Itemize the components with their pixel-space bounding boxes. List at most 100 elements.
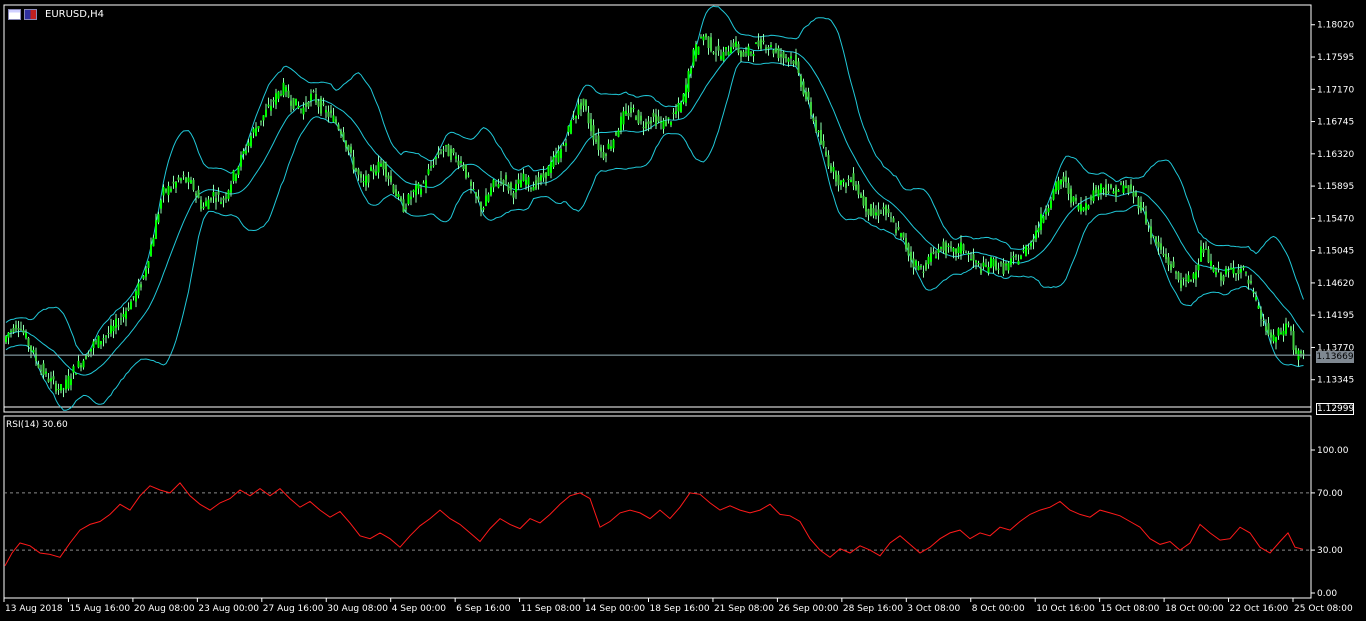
rsi-tick-label: 0.00 (1317, 589, 1337, 599)
candle-body (947, 245, 950, 247)
candle-body (1255, 296, 1257, 300)
candle-body (60, 384, 62, 391)
rsi-tick-label: 70.00 (1317, 489, 1343, 499)
candle-body (560, 149, 562, 159)
time-tick-label: 20 Aug 08:00 (134, 604, 195, 614)
candle (1165, 248, 1167, 263)
candle (210, 197, 212, 203)
candle-body (817, 131, 820, 133)
candle (755, 41, 757, 45)
candle-body (1205, 248, 1207, 250)
candle-body (27, 338, 30, 347)
chart-window-icons[interactable] (8, 9, 37, 20)
candle (740, 50, 742, 62)
candle (1237, 263, 1240, 281)
candle (297, 101, 300, 110)
candle (1065, 170, 1067, 189)
candle (70, 373, 72, 391)
candle (392, 183, 395, 194)
candle-body (1015, 255, 1017, 257)
candle (427, 163, 430, 176)
candle (1300, 349, 1302, 358)
candle (720, 49, 722, 61)
candle (880, 209, 882, 214)
candle-body (500, 178, 502, 180)
chart-symbol-icon[interactable] (24, 9, 37, 20)
symbol-title: EURUSD,H4 (45, 9, 105, 20)
candle-body (495, 180, 497, 182)
candle-body (347, 145, 350, 151)
candle-body (235, 174, 237, 181)
candle-body (610, 146, 612, 149)
candle-body (327, 111, 330, 117)
rsi-line (4, 482, 1304, 567)
candle (455, 152, 457, 163)
price-tick-label: 1.14195 (1317, 311, 1354, 321)
candle-body (210, 197, 212, 201)
candle-body (1055, 182, 1057, 192)
candle (950, 241, 952, 252)
candle (355, 167, 357, 173)
candle (692, 47, 695, 68)
chart-canvas[interactable]: 1.18020 1.17595 1.17170 1.16745 1.16320 1.158… (0, 0, 1366, 621)
candle (115, 313, 117, 335)
candle (1187, 271, 1190, 284)
candle (307, 101, 310, 110)
price-plot[interactable] (4, 5, 1311, 411)
candle-body (417, 183, 420, 189)
candle (930, 247, 932, 266)
candle-body (5, 336, 7, 343)
candle-body (505, 175, 507, 180)
candle-body (865, 197, 867, 212)
candle-body (570, 120, 572, 134)
candle (1135, 190, 1137, 198)
candle (710, 32, 712, 53)
candle (47, 372, 50, 383)
candle (187, 171, 190, 190)
candle-body (487, 194, 490, 202)
candle (1272, 329, 1275, 344)
candle-body (750, 52, 752, 54)
candle (362, 174, 365, 187)
candle (890, 212, 892, 223)
candle-body (922, 271, 925, 273)
candle (375, 165, 377, 176)
price-tick-label: 1.15470 (1317, 214, 1354, 224)
candle (1195, 264, 1197, 287)
candle (580, 98, 582, 117)
candle (215, 191, 217, 210)
candle-body (360, 174, 362, 178)
candle-body (1242, 266, 1245, 268)
candle-body (227, 190, 230, 199)
rsi-plot[interactable] (4, 482, 1311, 567)
candle (1017, 254, 1020, 265)
candle-body (42, 363, 45, 376)
candle-body (340, 130, 342, 135)
candle-body (465, 164, 467, 178)
candle (237, 165, 240, 178)
candle (1235, 273, 1237, 281)
candle-body (1032, 239, 1035, 242)
candle-body (115, 318, 117, 328)
candle-body (770, 45, 772, 48)
time-tick-label: 22 Oct 16:00 (1230, 604, 1289, 614)
candle-body (1072, 196, 1075, 202)
chart-window-icon[interactable] (8, 9, 21, 20)
candle (1295, 345, 1297, 355)
candle-body (535, 180, 537, 189)
candle (252, 127, 255, 139)
candle-body (1180, 280, 1182, 288)
candle-body (555, 154, 557, 158)
candle (500, 171, 502, 187)
candle-body (585, 100, 587, 110)
candle (390, 170, 392, 185)
candle-body (622, 111, 625, 125)
candle (1107, 183, 1110, 195)
candle (1275, 336, 1277, 350)
candle-body (10, 330, 12, 332)
candle (945, 240, 947, 259)
candle-body (97, 335, 100, 348)
candle (542, 166, 545, 182)
candle (902, 232, 905, 241)
candle-body (885, 205, 887, 215)
